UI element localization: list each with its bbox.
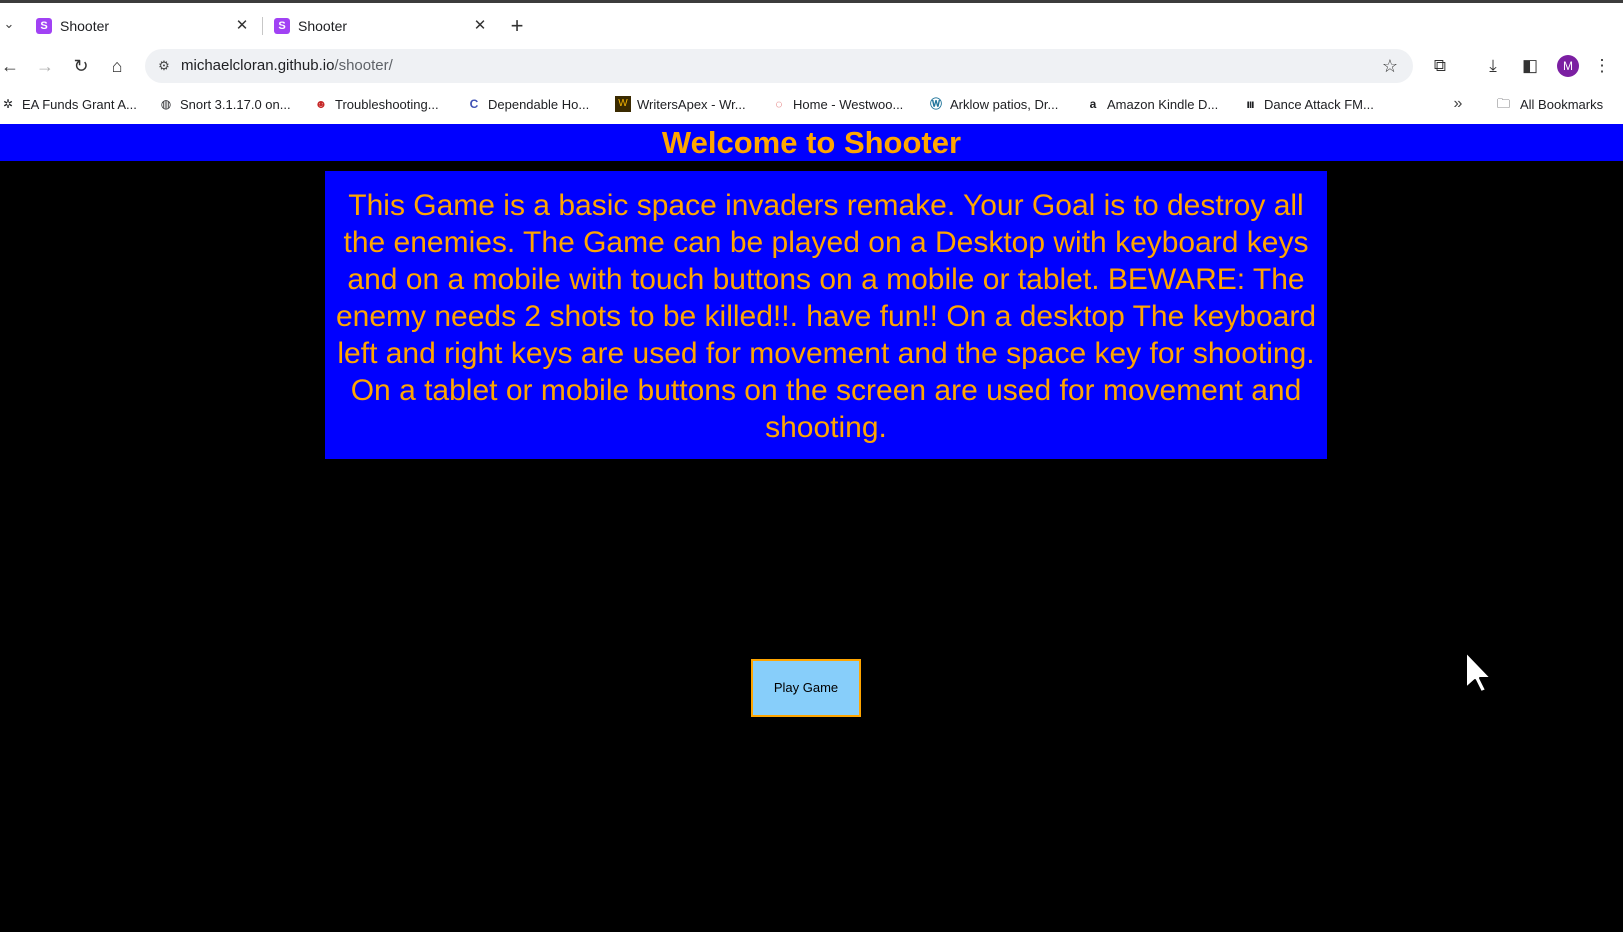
all-bookmarks-label: All Bookmarks [1520,96,1604,112]
close-tab-icon[interactable]: ✕ [472,17,488,34]
tab-separator [262,17,263,35]
tab-strip: ⌄ S Shooter ✕ S Shooter ✕ + [0,3,1623,46]
bookmark-label: WritersApex - Wr... [637,96,746,112]
bookmark-label: Amazon Kindle D... [1107,96,1219,112]
bookmark-item[interactable]: ◍ Snort 3.1.17.0 on... [158,89,291,119]
more-bookmarks-chevron-icon[interactable]: » [1448,94,1468,114]
bookmark-item[interactable]: ✲ EA Funds Grant A... [0,89,137,119]
bookmark-item[interactable]: a Amazon Kindle D... [1085,89,1219,119]
westwood-icon: ◌ [775,97,783,111]
tab-shooter-1[interactable]: S Shooter ✕ [28,9,256,42]
side-panel-icon[interactable]: ◧ [1518,54,1542,78]
url-path: /shooter/ [334,57,393,74]
home-icon[interactable]: ⌂ [105,54,129,78]
browser-toolbar: ← → ↻ ⌂ ⚙ michaelcloran.github.io/shoote… [0,46,1623,86]
bookmark-item[interactable]: Ⓦ Arklow patios, Dr... [928,89,1058,119]
game-description: This Game is a basic space invaders rema… [325,171,1327,459]
bookmarks-bar: ✲ EA Funds Grant A... ◍ Snort 3.1.17.0 o… [0,89,1623,119]
reload-icon[interactable]: ↻ [69,54,93,78]
address-bar[interactable]: ⚙ michaelcloran.github.io/shooter/ ☆ [145,49,1413,83]
bookmark-item[interactable]: ☻ Troubleshooting... [313,89,439,119]
bookmark-star-icon[interactable]: ☆ [1379,55,1401,77]
shooter-favicon-icon: S [274,17,290,34]
bookmark-label: Snort 3.1.17.0 on... [180,96,291,112]
all-bookmarks-button[interactable]: 🗀 All Bookmarks [1497,89,1603,119]
url-text[interactable]: michaelcloran.github.io/shooter/ [181,57,393,75]
bookmark-label: Troubleshooting... [335,96,439,112]
forward-arrow-icon[interactable]: → [33,54,57,78]
bookmark-label: Dance Attack FM... [1264,96,1374,112]
tab-title: Shooter [298,17,348,34]
back-arrow-icon[interactable]: ← [0,54,22,78]
ea-funds-icon: ✲ [2,97,14,111]
amazon-icon: a [1089,97,1097,111]
bookmark-label: EA Funds Grant A... [22,96,137,112]
page-title: Welcome to Shooter [0,124,1623,161]
page-content: Welcome to Shooter This Game is a basic … [0,124,1623,932]
bookmark-item[interactable]: ◌ Home - Westwoo... [771,89,903,119]
more-menu-icon[interactable]: ⋮ [1590,54,1614,78]
folder-icon: 🗀 [1497,96,1511,111]
site-info-icon[interactable]: ⚙ [155,57,173,75]
devil-icon: ☻ [314,97,328,111]
extensions-icon[interactable]: ⧉ [1428,54,1452,78]
tab-search-chevron-icon[interactable]: ⌄ [2,14,16,34]
globe-icon: ◍ [160,97,172,111]
bookmark-item[interactable]: W WritersApex - Wr... [615,89,746,119]
bookmark-label: Dependable Ho... [488,96,590,112]
writersapex-icon: W [615,96,631,112]
bookmark-label: Arklow patios, Dr... [950,96,1059,112]
download-icon[interactable]: ⤓ [1481,54,1505,78]
tab-title: Shooter [60,17,110,34]
new-tab-button[interactable]: + [505,15,529,39]
browser-chrome: ⌄ S Shooter ✕ S Shooter ✕ + ← → ↻ ⌂ ⚙ mi… [0,0,1623,124]
url-host: michaelcloran.github.io [181,57,335,74]
bookmark-label: Home - Westwoo... [793,96,904,112]
wordpress-icon: Ⓦ [929,97,942,111]
shooter-favicon-icon: S [36,17,52,34]
play-game-button[interactable]: Play Game [751,659,861,717]
dance-attack-icon: ııı [1246,97,1254,111]
profile-avatar[interactable]: M [1557,55,1579,77]
bookmark-item[interactable]: C Dependable Ho... [466,89,590,119]
close-tab-icon[interactable]: ✕ [234,17,250,34]
c-logo-icon: C [469,97,479,111]
tab-shooter-2[interactable]: S Shooter ✕ [266,9,494,42]
bookmark-item[interactable]: ııı Dance Attack FM... [1242,89,1374,119]
mouse-cursor-icon [1465,651,1492,693]
